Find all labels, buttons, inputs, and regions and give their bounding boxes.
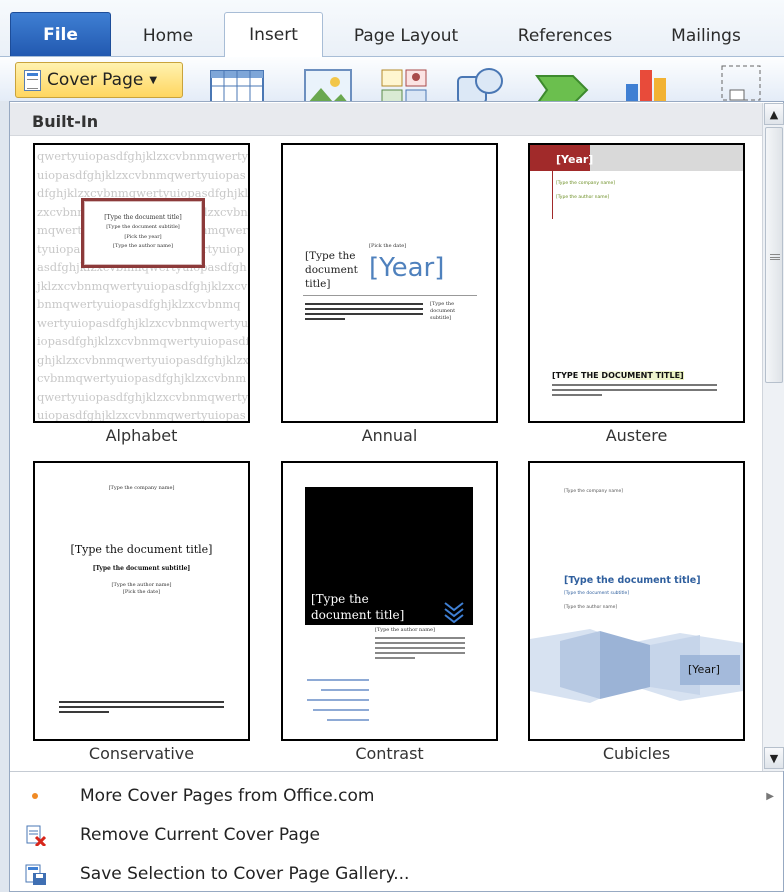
gallery-item-austere[interactable]: [Year] [Type the company name] [Type the…	[528, 143, 745, 423]
gallery-item-annual[interactable]: [Pick the date] [Type the document title…	[281, 143, 498, 423]
cubicles-title: [Type the document title]	[564, 575, 701, 586]
contrast-chevrons-icon	[444, 602, 464, 623]
gallery-caption-conservative: Conservative	[88, 744, 195, 763]
contrast-author: [Type the author name]	[375, 627, 435, 633]
ribbon-tab-bar: File Home Insert Page Layout References …	[0, 0, 784, 58]
conservative-title: [Type the document title]	[70, 543, 213, 556]
annual-year: [Year]	[369, 253, 445, 283]
tab-file[interactable]: File	[10, 12, 111, 56]
alphabet-subtitle: [Type the document subtitle]	[106, 224, 180, 230]
contrast-info	[327, 719, 369, 721]
gallery-caption-alphabet: Alphabet	[105, 426, 178, 445]
chevron-down-icon: ▼	[149, 74, 158, 86]
conservative-author: [Type the author name]	[111, 582, 172, 588]
shapes-icon[interactable]	[455, 65, 505, 101]
grip-icon	[770, 254, 780, 260]
tab-references[interactable]: References	[495, 15, 635, 57]
menu-label-more: More Cover Pages from Office.com	[80, 786, 375, 806]
submenu-arrow-icon: ▶	[766, 790, 774, 802]
menu-label-remove: Remove Current Cover Page	[80, 825, 320, 845]
cubicles-author: [Type the author name]	[564, 605, 618, 610]
austere-abstract	[552, 384, 717, 386]
annual-abstract	[305, 308, 423, 310]
table-icon[interactable]	[210, 70, 264, 101]
annual-abstract	[305, 318, 345, 320]
contrast-info	[321, 689, 369, 691]
contrast-info	[307, 679, 369, 681]
gallery-item-alphabet[interactable]: qwertyuiopasdfghjklzxcvbnmqwertyuiopasdf…	[33, 143, 250, 423]
austere-abstract	[552, 394, 602, 396]
annual-rule	[303, 295, 477, 296]
office-bullet-icon	[32, 793, 38, 799]
gallery-item-contrast[interactable]: [Type the document title] [Type the auth…	[281, 461, 498, 741]
gallery-item-cubicles[interactable]: [Type the company name] [Type the docume…	[528, 461, 745, 741]
contrast-abstract	[375, 652, 465, 654]
annual-subtitle: [Type the document subtitle]	[430, 301, 456, 321]
contrast-abstract	[375, 637, 465, 639]
cubicles-company: [Type the company name]	[564, 489, 624, 494]
screenshot-icon[interactable]	[720, 64, 764, 101]
chart-icon[interactable]	[622, 64, 678, 101]
tab-mailings[interactable]: Mailings	[651, 15, 761, 57]
annual-date: [Pick the date]	[369, 243, 407, 249]
annual-abstract	[305, 303, 423, 305]
smartart-icon[interactable]	[533, 68, 593, 101]
tab-page-layout[interactable]: Page Layout	[332, 15, 480, 57]
cover-page-label: Cover Page	[47, 70, 144, 90]
save-to-gallery-icon	[25, 864, 46, 885]
conservative-subtitle: [Type the document subtitle]	[92, 565, 191, 572]
gallery-caption-contrast: Contrast	[355, 744, 424, 763]
austere-line	[552, 171, 553, 219]
conservative-date: [Pick the date]	[122, 589, 161, 595]
gallery-caption-cubicles: Cubicles	[602, 744, 671, 763]
austere-title: [TYPE THE DOCUMENT TITLE]	[552, 371, 684, 380]
cubicles-subtitle: [Type the document subtitle]	[564, 591, 630, 596]
cubicles-year: [Year]	[688, 663, 720, 676]
contrast-abstract	[375, 657, 415, 659]
gallery-section-header: Built-In	[10, 103, 762, 136]
picture-icon[interactable]	[303, 68, 353, 101]
conservative-company: [Type the company name]	[108, 485, 175, 491]
gallery-caption-austere: Austere	[605, 426, 668, 445]
contrast-abstract	[375, 642, 465, 644]
austere-company: [Type the company name]	[556, 181, 616, 186]
contrast-title: [Type the document title]	[311, 592, 405, 622]
scroll-thumb[interactable]	[765, 127, 783, 383]
austere-abstract	[552, 389, 717, 391]
annual-abstract	[305, 313, 423, 315]
document-area-edge	[0, 101, 9, 892]
menu-item-remove-cover-page[interactable]: Remove Current Cover Page	[10, 816, 782, 854]
gallery-item-conservative[interactable]: [Type the company name] [Type the docume…	[33, 461, 250, 741]
conservative-abstract	[59, 701, 224, 703]
annual-title: [Type the document title]	[305, 250, 358, 290]
gallery-caption-annual: Annual	[361, 426, 418, 445]
menu-item-more-cover-pages[interactable]: More Cover Pages from Office.com ▶	[10, 777, 782, 815]
cover-page-icon	[24, 69, 41, 91]
contrast-info	[313, 709, 369, 711]
cover-page-button[interactable]: Cover Page ▼	[15, 62, 183, 98]
contrast-abstract	[375, 647, 465, 649]
menu-label-save: Save Selection to Cover Page Gallery...	[80, 864, 410, 884]
austere-author: [Type the author name]	[556, 195, 610, 200]
alphabet-author: [Type the author name]	[113, 243, 173, 249]
conservative-abstract	[59, 706, 224, 708]
menu-item-save-selection[interactable]: Save Selection to Cover Page Gallery...	[10, 855, 782, 892]
contrast-info	[307, 699, 369, 701]
scroll-up-button[interactable]: ▲	[764, 103, 784, 125]
alphabet-title: [Type the document title]	[104, 214, 182, 221]
menu-separator	[10, 771, 783, 772]
gallery-scrollbar[interactable]: ▲ ▼	[762, 103, 784, 771]
alphabet-year: [Pick the year]	[124, 234, 162, 240]
alphabet-title-box: [Type the document title] [Type the docu…	[81, 198, 205, 268]
austere-year: [Year]	[530, 145, 593, 171]
word-window: File Home Insert Page Layout References …	[0, 0, 784, 892]
tab-home[interactable]: Home	[113, 15, 223, 57]
scroll-down-button[interactable]: ▼	[764, 747, 784, 769]
conservative-abstract	[59, 711, 109, 713]
clip-art-icon[interactable]	[378, 66, 432, 101]
tab-insert[interactable]: Insert	[224, 12, 323, 58]
alphabet-filler-text: qwertyuiopasdfghjklzxcvbnmqwertyuiopasdf…	[37, 149, 250, 422]
remove-page-icon	[26, 825, 46, 846]
